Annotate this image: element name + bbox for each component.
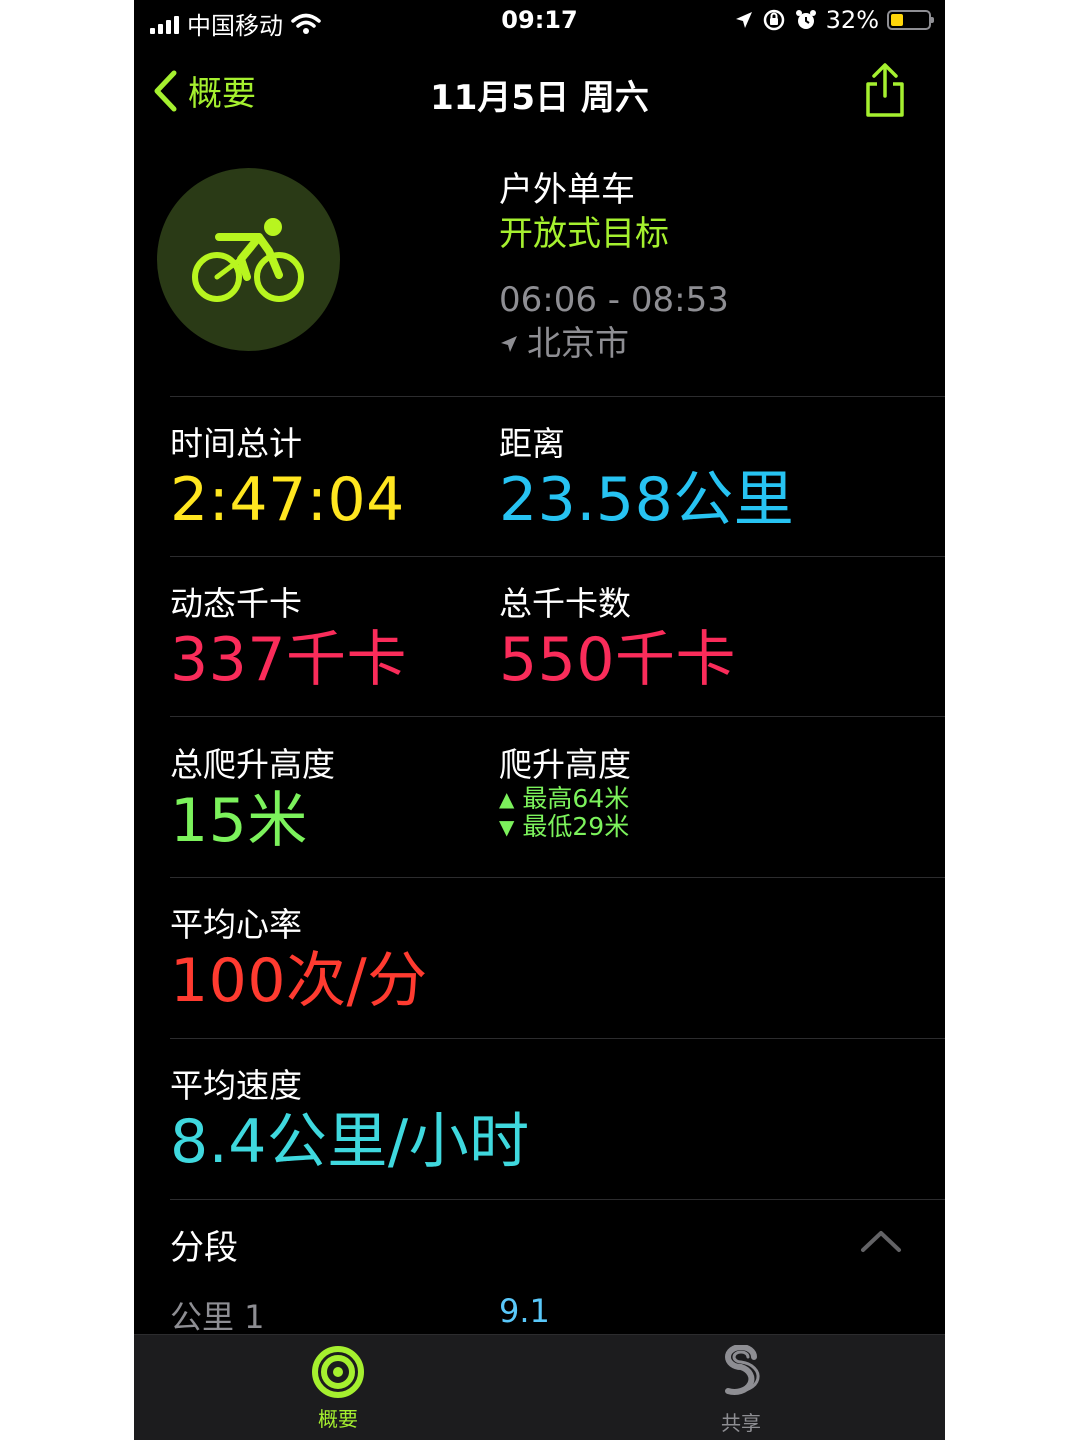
nav-bar: 概要 11月5日 周六 <box>134 60 945 120</box>
location-arrow-icon <box>501 336 517 352</box>
metric-total-kcal: 总千卡数 550千卡 <box>499 584 736 696</box>
split-row-label: 公里 1 <box>170 1298 265 1336</box>
metric-value: 2:47:04 <box>170 465 405 535</box>
location-arrow-icon <box>735 12 752 28</box>
metric-label: 总爬升高度 <box>170 745 335 784</box>
metric-label: 爬升高度 <box>499 745 631 784</box>
metric-avg-speed: 平均速度 8.4公里/小时 <box>170 1066 530 1178</box>
tab-summary[interactable]: 概要 <box>268 1345 408 1432</box>
workout-location: 北京市 <box>499 322 729 366</box>
metric-value: 100次/分 <box>170 946 428 1016</box>
divider <box>170 716 945 717</box>
metric-value: 15米 <box>170 786 308 856</box>
location-label: 北京市 <box>527 324 629 364</box>
down-triangle-icon: ▼ <box>499 815 515 839</box>
share-icon <box>866 63 904 117</box>
status-bar: 中国移动 09:17 32% <box>134 0 945 44</box>
metric-label: 时间总计 <box>170 424 302 463</box>
collapse-button[interactable] <box>859 1228 903 1258</box>
tab-sharing[interactable]: 共享 <box>671 1345 811 1436</box>
elevation-low: ▼ 最低29米 <box>499 813 631 841</box>
workout-icon-badge <box>157 168 340 351</box>
tab-label: 概要 <box>318 1407 358 1431</box>
metric-total-time: 时间总计 2:47:04 <box>170 424 405 536</box>
elevation-high-value: 最高64米 <box>522 784 630 813</box>
splits-title: 分段 <box>170 1228 238 1268</box>
orientation-lock-icon <box>763 9 784 31</box>
metric-label: 动态千卡 <box>170 584 302 623</box>
chevron-up-icon <box>861 1231 901 1252</box>
metric-distance: 距离 23.58公里 <box>499 424 794 536</box>
divider <box>170 556 945 557</box>
status-right: 32% <box>734 6 934 34</box>
elevation-high: ▲ 最高64米 <box>499 785 631 813</box>
share-button[interactable] <box>863 62 907 122</box>
divider <box>170 1038 945 1039</box>
divider <box>170 396 945 397</box>
metric-label: 平均速度 <box>170 1066 302 1105</box>
metric-value: 23.58公里 <box>499 465 795 535</box>
metric-avg-heart-rate: 平均心率 100次/分 <box>170 905 428 1017</box>
sharing-icon <box>725 1345 760 1395</box>
battery-percent: 32% <box>825 6 879 34</box>
split-row-value: 9.1 <box>499 1292 550 1330</box>
metric-label: 距离 <box>499 424 565 463</box>
metric-active-kcal: 动态千卡 337千卡 <box>170 584 407 696</box>
battery-icon <box>887 10 934 30</box>
divider <box>170 1199 945 1200</box>
phone-screen: 中国移动 09:17 32% 概要 11月5日 周六 户外单车 开放式目标 06… <box>134 0 945 1440</box>
up-triangle-icon: ▲ <box>499 787 515 811</box>
workout-goal: 开放式目标 <box>499 214 669 254</box>
divider <box>170 877 945 878</box>
metric-value: 337千卡 <box>170 625 408 695</box>
activity-rings-icon <box>312 1346 364 1398</box>
workout-time-range: 06:06 - 08:53 <box>499 280 729 320</box>
workout-header: 户外单车 开放式目标 06:06 - 08:53 北京市 <box>499 168 729 366</box>
metric-elevation: 爬升高度 ▲ 最高64米 ▼ 最低29米 <box>499 745 631 841</box>
alarm-icon <box>795 10 816 29</box>
cycling-icon <box>191 217 304 302</box>
tab-label: 共享 <box>721 1411 761 1435</box>
page-title: 11月5日 周六 <box>430 78 649 118</box>
metric-total-climb: 总爬升高度 15米 <box>170 745 335 857</box>
elevation-low-value: 最低29米 <box>522 812 630 841</box>
tab-bar: 概要 共享 <box>134 1334 945 1440</box>
battery-level <box>891 14 903 26</box>
metric-label: 总千卡数 <box>499 584 631 623</box>
metric-label: 平均心率 <box>170 905 302 944</box>
metric-value: 550千卡 <box>499 625 737 695</box>
workout-type: 户外单车 <box>499 170 635 210</box>
metric-value: 8.4公里/小时 <box>170 1107 530 1177</box>
